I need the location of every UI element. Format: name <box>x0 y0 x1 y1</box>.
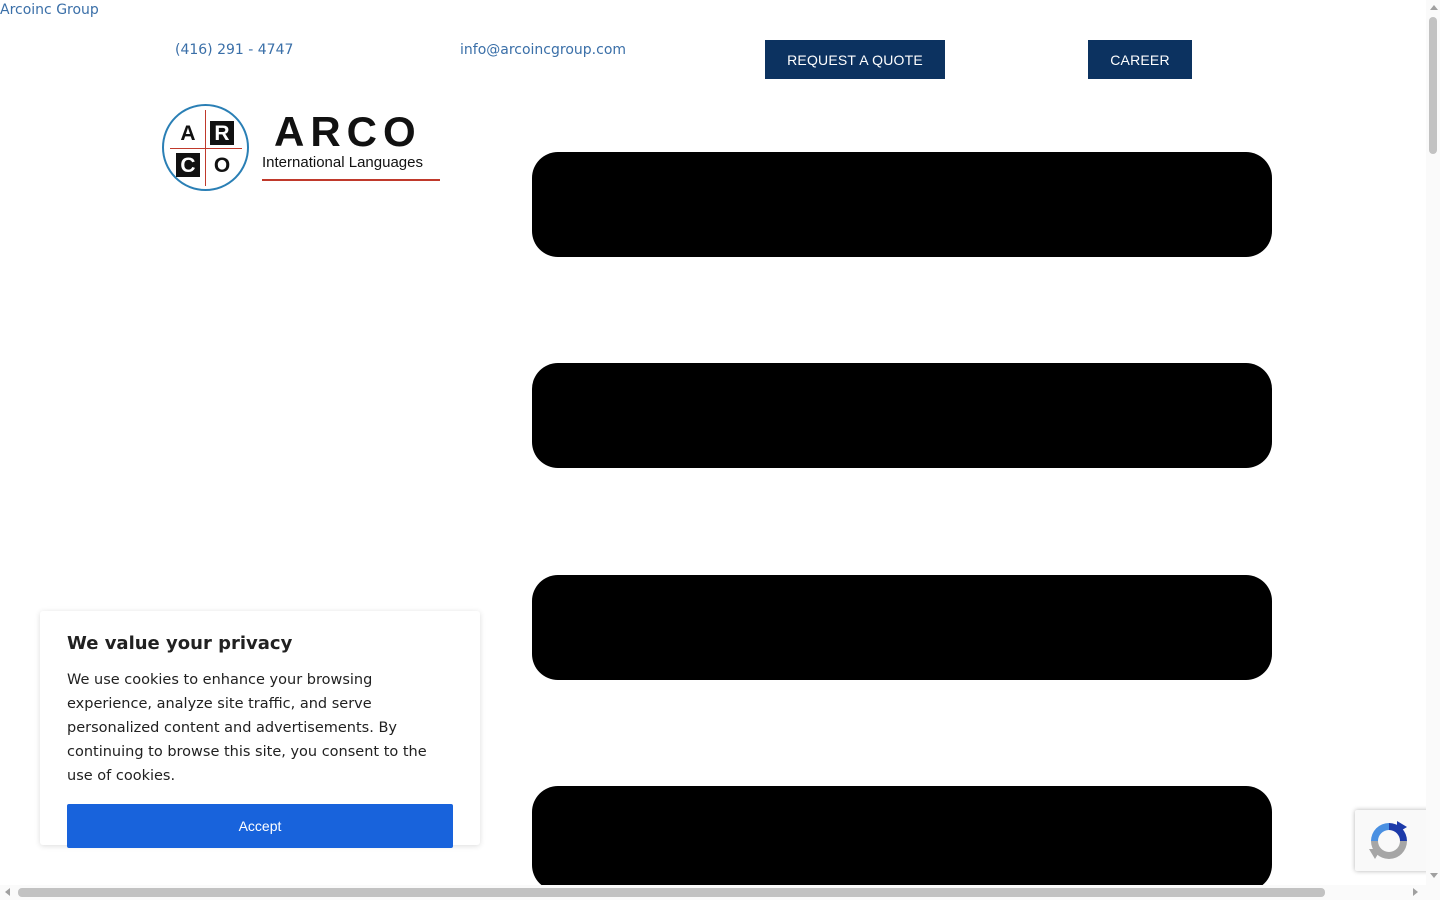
site-name-link[interactable]: Arcoinc Group <box>0 1 99 19</box>
logo-letter-c: C <box>176 153 200 177</box>
scroll-up-arrow-icon[interactable] <box>1430 5 1438 10</box>
email-link[interactable]: info@arcoincgroup.com <box>460 41 626 59</box>
request-quote-button[interactable]: REQUEST A QUOTE <box>765 40 945 79</box>
content-block-3 <box>532 575 1272 680</box>
vertical-scrollbar[interactable] <box>1426 0 1440 885</box>
page: Arcoinc Group (416) 291 - 4747 info@arco… <box>0 0 1440 900</box>
content-block-2 <box>532 363 1272 468</box>
logo-letter-a: A <box>180 121 196 145</box>
logo-divider-horizontal <box>170 148 242 149</box>
scroll-left-arrow-icon[interactable] <box>5 888 10 896</box>
content-block-4 <box>532 786 1272 891</box>
cookie-accept-button[interactable]: Accept <box>67 804 453 848</box>
logo-wordmark: ARCO <box>274 108 422 155</box>
vertical-scroll-thumb[interactable] <box>1429 17 1437 154</box>
career-button[interactable]: CAREER <box>1088 40 1192 79</box>
scroll-down-arrow-icon[interactable] <box>1430 873 1438 878</box>
horizontal-scrollbar[interactable] <box>0 885 1426 900</box>
content-block-1 <box>532 152 1272 257</box>
logo-underline <box>262 179 440 181</box>
cookie-title: We value your privacy <box>67 633 293 654</box>
logo-tagline: International Languages <box>262 154 423 171</box>
scrollbar-corner <box>1426 885 1440 900</box>
cookie-description: We use cookies to enhance your browsing … <box>67 672 427 784</box>
scroll-right-arrow-icon[interactable] <box>1413 888 1418 896</box>
horizontal-scroll-thumb[interactable] <box>18 888 1325 897</box>
logo-letter-r: R <box>210 121 234 145</box>
phone-link[interactable]: (416) 291 - 4747 <box>175 41 293 59</box>
cookie-consent-banner: We value your privacy We use cookies to … <box>40 611 480 848</box>
logo-letter-o: O <box>213 153 231 177</box>
arco-logo[interactable]: A R C O ARCO International Languages <box>160 102 444 198</box>
recaptcha-icon <box>1369 821 1407 859</box>
